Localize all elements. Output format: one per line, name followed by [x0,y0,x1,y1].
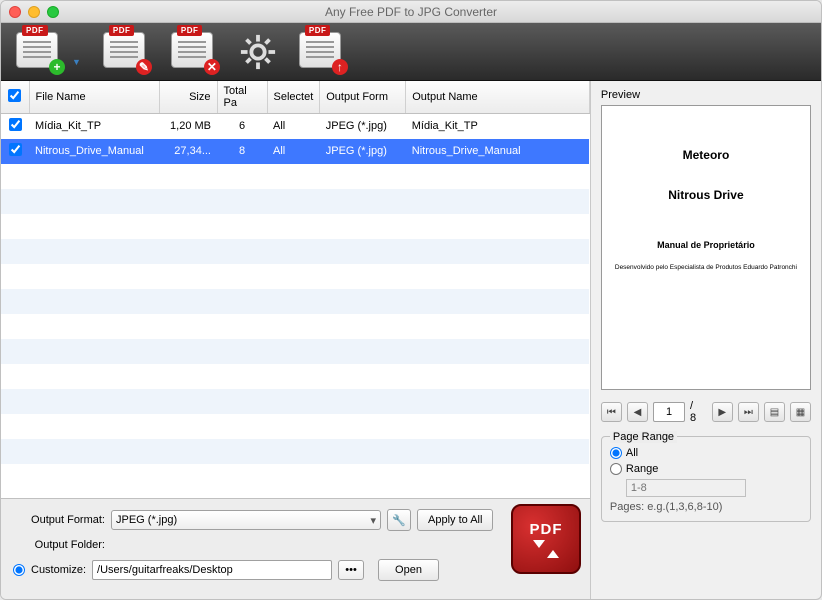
cell-selected: All [267,114,320,139]
export-button[interactable]: PDF ↑ [299,32,345,72]
preview-subtitle: Manual de Proprietário [657,240,755,250]
col-file[interactable]: File Name [29,81,159,114]
customize-radio[interactable] [13,564,25,576]
cell-format: JPEG (*.jpg) [320,139,406,164]
preview-pane: Meteoro Nitrous Drive Manual de Propriet… [601,105,811,390]
add-file-button[interactable]: PDF + [16,32,62,72]
browse-button[interactable]: ••• [338,560,364,580]
preview-title1: Meteoro [683,148,730,162]
plus-icon: + [49,59,65,75]
open-button[interactable]: Open [378,559,439,581]
cell-size: 1,20 MB [159,114,217,139]
page-input[interactable] [653,402,685,422]
dropdown-icon[interactable]: ▼ [72,57,81,67]
edit-file-button[interactable]: PDF ✎ [103,32,149,72]
range-input[interactable] [626,479,746,497]
page-range-legend: Page Range [610,431,677,443]
convert-icon [533,540,559,558]
output-format-label: Output Format: [13,514,105,526]
page-total: / 8 [690,400,702,424]
col-total[interactable]: Total Pa [217,81,267,114]
table-row [1,314,589,339]
first-page-button[interactable]: ⏮ [601,402,622,422]
range-custom-label: Range [626,463,658,475]
range-all-label: All [626,447,638,459]
x-icon: ✕ [204,59,220,75]
toolbar: PDF + ▼ PDF ✎ PDF ✕ PDF ↑ [1,23,821,81]
range-hint: Pages: e.g.(1,3,6,8-10) [610,501,802,513]
table-row [1,414,589,439]
table-row [1,189,589,214]
row-checkbox[interactable] [9,118,22,131]
format-settings-button[interactable]: 🔧 [387,509,411,531]
table-row [1,214,589,239]
table-row [1,339,589,364]
table-header-row: File Name Size Total Pa Selectet Output … [1,81,589,114]
output-folder-label: Output Folder: [13,539,105,551]
cell-format: JPEG (*.jpg) [320,114,406,139]
table-row [1,389,589,414]
output-format-select[interactable]: JPEG (*.jpg) [111,510,381,530]
table-row [1,164,589,189]
cell-outname: Mídia_Kit_TP [406,114,590,139]
remove-file-button[interactable]: PDF ✕ [171,32,217,72]
page-info-button[interactable]: ▦ [790,402,811,422]
table-row[interactable]: Nitrous_Drive_Manual 27,34... 8 All JPEG… [1,139,589,164]
pencil-icon: ✎ [136,59,152,75]
pager: ⏮ ◀ / 8 ▶ ⏭ ▤ ▦ [601,400,811,424]
col-selected[interactable]: Selectet [267,81,320,114]
col-format[interactable]: Output Form [320,81,406,114]
apply-all-button[interactable]: Apply to All [417,509,493,531]
table-row [1,439,589,464]
next-page-button[interactable]: ▶ [712,402,733,422]
window-title: Any Free PDF to JPG Converter [1,5,821,19]
output-panel: Output Format: JPEG (*.jpg) 🔧 Apply to A… [1,498,590,599]
output-path-input[interactable] [92,560,332,580]
arrow-up-icon: ↑ [332,59,348,75]
range-all-radio[interactable] [610,447,622,459]
preview-label: Preview [601,89,811,101]
customize-label: Customize: [31,564,86,576]
titlebar: Any Free PDF to JPG Converter [1,1,821,23]
table-row [1,239,589,264]
range-custom-radio[interactable] [610,463,622,475]
table-row [1,289,589,314]
file-table: File Name Size Total Pa Selectet Output … [1,81,590,498]
page-list-button[interactable]: ▤ [764,402,785,422]
cell-selected: All [267,139,320,164]
cell-total: 6 [217,114,267,139]
preview-title2: Nitrous Drive [668,188,743,202]
table-row [1,364,589,389]
preview-credit: Desenvolvido pelo Especialista de Produt… [615,264,797,272]
cell-file: Nitrous_Drive_Manual [29,139,159,164]
table-row [1,264,589,289]
settings-button[interactable] [239,33,277,71]
cell-outname: Nitrous_Drive_Manual [406,139,590,164]
cell-file: Mídia_Kit_TP [29,114,159,139]
col-outname[interactable]: Output Name [406,81,590,114]
convert-button[interactable]: PDF [511,504,581,574]
table-row[interactable]: Mídia_Kit_TP 1,20 MB 6 All JPEG (*.jpg) … [1,114,589,139]
cell-size: 27,34... [159,139,217,164]
cell-total: 8 [217,139,267,164]
select-all-checkbox[interactable] [8,89,21,102]
row-checkbox[interactable] [9,143,22,156]
col-size[interactable]: Size [159,81,217,114]
last-page-button[interactable]: ⏭ [738,402,759,422]
page-range-fieldset: Page Range All Range Pages: e.g.(1,3,6,8… [601,436,811,522]
prev-page-button[interactable]: ◀ [627,402,648,422]
